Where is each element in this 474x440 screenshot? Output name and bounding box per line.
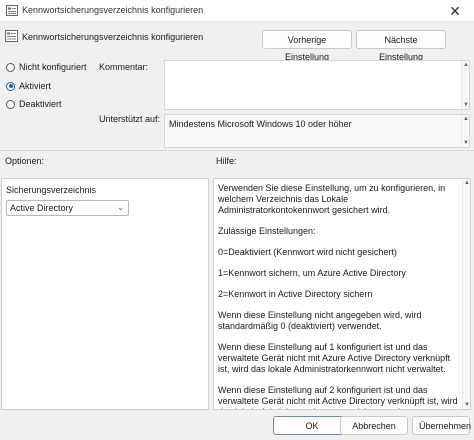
radio-circle-selected[interactable] xyxy=(6,81,15,91)
help-paragraph: 2=Kennwort in Active Directory sichern xyxy=(218,289,373,299)
policy-app-icon xyxy=(6,5,18,16)
window-title: Kennwortsicherungsverzeichnis konfigurie… xyxy=(22,5,204,15)
radio-disabled[interactable]: Deaktiviert xyxy=(6,97,62,111)
supported-on-value: Mindestens Microsoft Windows 10 oder höh… xyxy=(169,119,352,129)
backup-directory-label: Sicherungsverzeichnis xyxy=(6,185,97,195)
help-scrollbar[interactable]: ▲ ▼ xyxy=(462,179,470,409)
scroll-up-icon[interactable]: ▲ xyxy=(463,116,469,122)
options-panel: Sicherungsverzeichnis Active Directory ⌄ xyxy=(1,178,209,410)
help-paragraph: Zulässige Einstellungen: xyxy=(218,226,316,236)
radio-circle[interactable] xyxy=(6,99,15,109)
help-paragraph: Wenn diese Einstellung nicht angegeben w… xyxy=(218,310,422,331)
title-bar: Kennwortsicherungsverzeichnis konfigurie… xyxy=(0,0,474,22)
radio-label: Deaktiviert xyxy=(19,99,62,109)
chevron-down-icon: ⌄ xyxy=(117,203,124,212)
backup-directory-dropdown[interactable]: Active Directory ⌄ xyxy=(6,200,129,216)
scroll-up-icon[interactable]: ▲ xyxy=(464,180,470,186)
radio-circle[interactable] xyxy=(6,62,15,72)
cancel-button[interactable]: Abbrechen xyxy=(340,416,408,435)
radio-enabled[interactable]: Aktiviert xyxy=(6,79,51,93)
scroll-down-icon[interactable]: ▼ xyxy=(463,102,469,108)
help-paragraph: Verwenden Sie diese Einstellung, um zu k… xyxy=(218,183,446,215)
scroll-down-icon[interactable]: ▼ xyxy=(464,402,470,408)
help-paragraph: 0=Deaktiviert (Kennwort wird nicht gesic… xyxy=(218,247,397,257)
help-paragraph: Wenn diese Einstellung auf 2 konfigurier… xyxy=(218,385,458,409)
scroll-up-icon[interactable]: ▲ xyxy=(463,62,469,68)
supported-scrollbar[interactable]: ▲ ▼ xyxy=(461,115,469,147)
help-panel: Verwenden Sie diese Einstellung, um zu k… xyxy=(213,178,471,410)
help-label: Hilfe: xyxy=(216,156,237,166)
supported-on-box: Mindestens Microsoft Windows 10 oder höh… xyxy=(164,114,470,148)
options-label: Optionen: xyxy=(5,156,45,166)
dropdown-value: Active Directory xyxy=(10,203,74,213)
help-paragraph: Wenn diese Einstellung auf 1 konfigurier… xyxy=(218,342,451,374)
radio-label: Aktiviert xyxy=(19,81,52,91)
comment-textbox[interactable]: ▲ ▼ xyxy=(164,60,470,110)
comment-label: Kommentar: xyxy=(99,62,149,72)
radio-label: Nicht konfiguriert xyxy=(19,62,87,72)
supported-on-label: Unterstützt auf: xyxy=(99,114,161,124)
policy-setting-icon xyxy=(5,30,18,42)
scroll-down-icon[interactable]: ▼ xyxy=(463,140,469,146)
setting-title: Kennwortsicherungsverzeichnis konfigurie… xyxy=(22,32,204,42)
close-icon[interactable]: ✕ xyxy=(440,2,470,20)
previous-setting-button[interactable]: Vorherige Einstellung xyxy=(262,30,352,62)
help-paragraph: 1=Kennwort sichern, um Azure Active Dire… xyxy=(218,268,406,278)
comment-scrollbar[interactable]: ▲ ▼ xyxy=(461,61,469,109)
radio-not-configured[interactable]: Nicht konfiguriert xyxy=(6,60,87,74)
apply-button[interactable]: Übernehmen xyxy=(412,416,471,435)
next-setting-button[interactable]: Nächste Einstellung xyxy=(356,30,446,62)
help-text: Verwenden Sie diese Einstellung, um zu k… xyxy=(218,183,458,409)
section-divider xyxy=(0,150,474,151)
